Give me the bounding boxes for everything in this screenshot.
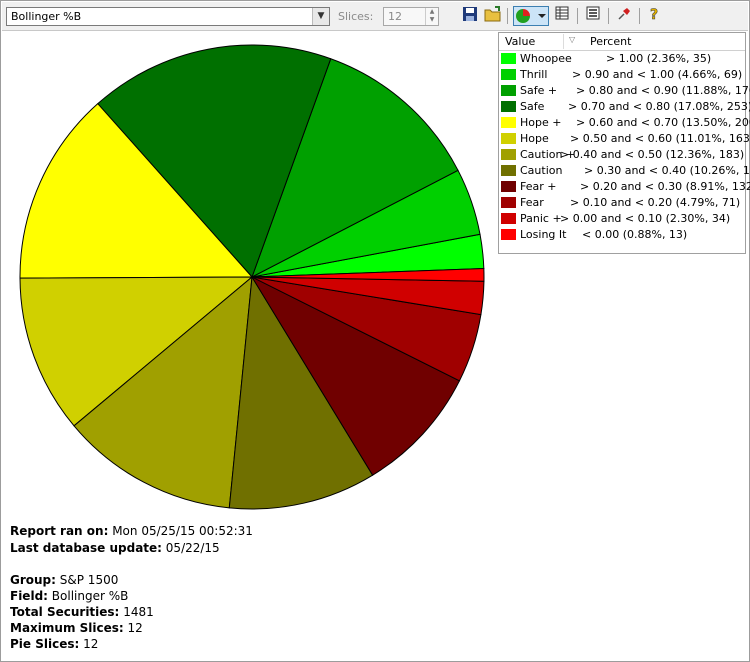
group-label: Group: [10,573,56,587]
total-value: 1481 [123,605,154,619]
legend-swatch [501,117,516,128]
legend-swatch [501,85,516,96]
legend-label: Safe + [520,84,558,97]
legend-range: > 0.20 and < 0.30 (8.91%, 132) [580,180,750,193]
legend-row[interactable]: Losing It < 0.00 (0.88%, 13) [499,227,745,243]
spinner-arrows-icon[interactable]: ▲ ▼ [425,8,438,25]
pie-chart-view-button[interactable] [513,6,549,26]
help-icon[interactable]: ? [645,6,665,26]
pin-icon[interactable] [614,6,634,26]
list-icon[interactable] [583,6,603,26]
legend-swatch [501,181,516,192]
legend-range: > 0.90 and < 1.00 (4.66%, 69) [572,68,743,81]
total-label: Total Securities: [10,605,120,619]
report-ran-on: Report ran on: Mon 05/25/15 00:52:31 [10,524,253,538]
legend-row[interactable]: Fear > 0.10 and < 0.20 (4.79%, 71) [499,195,745,211]
group-value: S&P 1500 [59,573,119,587]
legend-label: Fear + [520,180,557,193]
legend-range: > 0.40 and < 0.50 (12.36%, 183) [560,148,745,161]
last-database-update: Last database update: 05/22/15 [10,541,220,555]
legend-swatch [501,229,516,240]
pie-slices-value: 12 [83,637,99,651]
slices-value: 12 [388,10,402,23]
legend-range: > 0.70 and < 0.80 (17.08%, 253) [568,100,750,113]
last-update-value: 05/22/15 [165,541,220,555]
toolbar-separator [639,8,640,24]
open-folder-icon[interactable] [483,6,503,26]
legend-range: < 0.00 (0.88%, 13) [582,228,688,241]
legend-header: Value ▽ Percent [499,33,745,51]
pie-slices: Pie Slices: 12 [10,637,98,651]
legend-panel: Value ▽ Percent Whoopee > 1.00 (2.36%, 35… [498,32,750,254]
toolbar-separator [507,8,508,24]
legend-row[interactable]: Fear + > 0.20 and < 0.30 (8.91%, 132) [499,179,750,195]
toolbar-separator [608,8,609,24]
legend-row[interactable]: Hope > 0.50 and < 0.60 (11.01%, 163) [499,131,750,147]
ran-on-label: Report ran on: [10,524,109,538]
field-select[interactable]: Bollinger %B ▼ [6,7,330,26]
report-window: Bollinger %B ▼ Slices: 12 ▲ ▼ ? Value ▽ … [0,0,750,662]
max-slices-value: 12 [127,621,143,635]
legend-swatch [501,213,516,224]
field-label: Field: [10,589,48,603]
pie-chart-icon [516,9,546,23]
legend-label: Losing It [520,228,567,241]
legend-column-value[interactable]: Value [505,35,535,48]
table-icon[interactable] [552,6,572,26]
legend-swatch [501,101,516,112]
total-securities: Total Securities: 1481 [10,605,154,619]
legend-range: > 0.60 and < 0.70 (13.50%, 200) [576,116,750,129]
maximum-slices: Maximum Slices: 12 [10,621,143,635]
save-icon[interactable] [460,6,480,26]
legend-range: > 1.00 (2.36%, 35) [606,52,712,65]
legend-label: Caution [520,164,563,177]
pie-slices-label: Pie Slices: [10,637,80,651]
toolbar-separator [577,8,578,24]
column-divider [563,34,564,49]
legend-swatch [501,69,516,80]
legend-row[interactable]: Panic + > 0.00 and < 0.10 (2.30%, 34) [499,211,745,227]
last-update-label: Last database update: [10,541,162,555]
legend-label: Thrill [520,68,548,81]
legend-row[interactable]: Caution > 0.30 and < 0.40 (10.26%, 152) [499,163,750,179]
ran-on-value: Mon 05/25/15 00:52:31 [112,524,253,538]
legend-swatch [501,149,516,160]
legend-label: Fear [520,196,544,209]
legend-label: Hope + [520,116,562,129]
legend-row[interactable]: Whoopee > 1.00 (2.36%, 35) [499,51,745,67]
sort-icon: ▽ [569,35,576,44]
chevron-down-icon[interactable]: ▼ [312,8,329,25]
legend-swatch [501,165,516,176]
legend-row[interactable]: Safe + > 0.80 and < 0.90 (11.88%, 176) [499,83,750,99]
slices-spinner[interactable]: 12 ▲ ▼ [383,7,439,26]
svg-text:?: ? [650,7,658,22]
legend-swatch [501,197,516,208]
group-info: Group: S&P 1500 [10,573,118,587]
legend-row[interactable]: Thrill > 0.90 and < 1.00 (4.66%, 69) [499,67,745,83]
legend-label: Whoopee [520,52,572,65]
legend-label: Hope [520,132,549,145]
slices-label: Slices: [338,10,374,23]
pie-chart [19,44,485,510]
legend-label: Safe [520,100,545,113]
legend-row[interactable]: Caution + > 0.40 and < 0.50 (12.36%, 183) [499,147,745,163]
legend-label: Panic + [520,212,562,225]
field-info: Field: Bollinger %B [10,589,128,603]
field-select-value: Bollinger %B [11,10,82,23]
toolbar: Bollinger %B ▼ Slices: 12 ▲ ▼ ? [2,2,748,31]
legend-range: > 0.80 and < 0.90 (11.88%, 176) [576,84,750,97]
legend-swatch [501,53,516,64]
legend-range: > 0.00 and < 0.10 (2.30%, 34) [560,212,731,225]
legend-range: > 0.50 and < 0.60 (11.01%, 163) [570,132,750,145]
field-value: Bollinger %B [51,589,129,603]
legend-row[interactable]: Safe > 0.70 and < 0.80 (17.08%, 253) [499,99,750,115]
legend-row[interactable]: Hope + > 0.60 and < 0.70 (13.50%, 200) [499,115,750,131]
max-slices-label: Maximum Slices: [10,621,124,635]
legend-column-percent[interactable]: Percent [590,35,631,48]
legend-range: > 0.10 and < 0.20 (4.79%, 71) [570,196,741,209]
legend-range: > 0.30 and < 0.40 (10.26%, 152) [584,164,750,177]
legend-swatch [501,133,516,144]
